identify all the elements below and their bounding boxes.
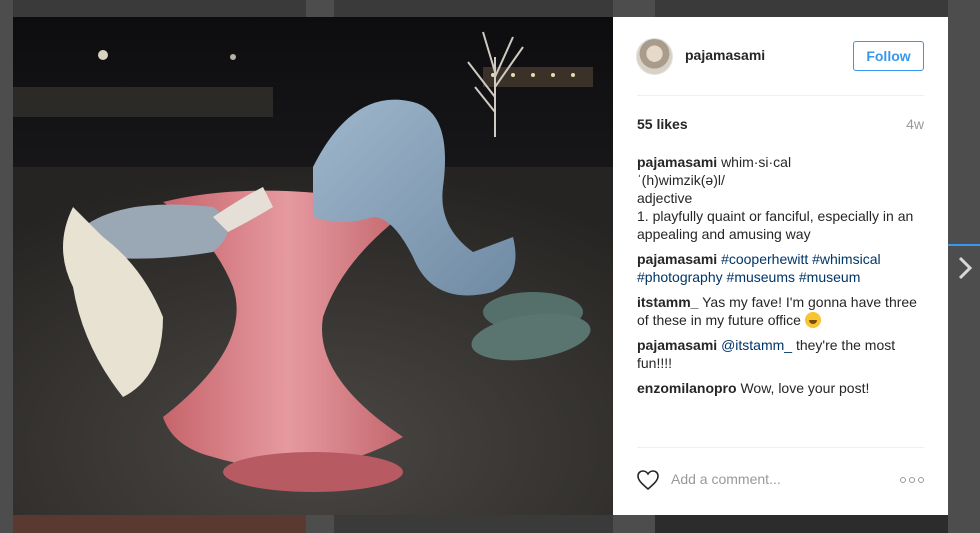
more-options-icon[interactable] <box>900 477 924 483</box>
caption-line: whim·si·cal <box>721 154 792 170</box>
dot <box>918 477 924 483</box>
footer-divider <box>637 447 924 448</box>
avatar[interactable] <box>636 38 673 75</box>
hashtag-link[interactable]: #museums <box>727 269 795 285</box>
hashtag-link[interactable]: #whimsical <box>812 251 880 267</box>
hashtag-link[interactable]: #museum <box>799 269 860 285</box>
background-tile <box>334 0 613 17</box>
comment-username[interactable]: enzomilanopro <box>637 380 737 396</box>
comment-list: pajamasami whim·si·cal ˈ(h)wimzik(ə)l/ a… <box>637 153 929 404</box>
follow-button[interactable]: Follow <box>853 41 924 71</box>
comment: enzomilanopro Wow, love your post! <box>637 379 929 397</box>
comment: pajamasami #cooperhewitt #whimsical #pho… <box>637 250 929 286</box>
caption-line: 1. playfully quaint or fanciful, especia… <box>637 208 914 242</box>
background-tile <box>13 0 306 17</box>
tears-of-joy-emoji <box>804 312 821 328</box>
author-username[interactable]: pajamasami <box>685 47 765 63</box>
post-sidebar: pajamasami Follow 55 likes 4w pajamasami… <box>613 17 948 515</box>
caption-line: ˈ(h)wimzik(ə)l/ <box>637 172 725 188</box>
post-photo[interactable] <box>13 17 613 515</box>
background-tile <box>334 515 613 533</box>
photo-illustration <box>13 17 613 515</box>
caption-line: adjective <box>637 190 693 206</box>
likes-count[interactable]: 55 likes <box>637 116 688 132</box>
add-comment-input[interactable] <box>671 471 871 487</box>
post-header: pajamasami Follow <box>613 17 948 95</box>
header-divider <box>637 95 924 96</box>
comment: pajamasami @itstamm_ they're the most fu… <box>637 336 929 372</box>
dot <box>909 477 915 483</box>
comment-username[interactable]: itstamm_ <box>637 294 698 310</box>
background-tile <box>655 515 948 533</box>
comment-username[interactable]: pajamasami <box>637 251 717 267</box>
caption: pajamasami whim·si·cal ˈ(h)wimzik(ə)l/ a… <box>637 153 929 243</box>
comment-username[interactable]: pajamasami <box>637 154 717 170</box>
hashtag-link[interactable]: #photography <box>637 269 723 285</box>
background-tile <box>655 0 948 17</box>
comment-username[interactable]: pajamasami <box>637 337 717 353</box>
dot <box>900 477 906 483</box>
mention-link[interactable]: @itstamm_ <box>721 337 792 353</box>
heart-icon[interactable] <box>636 469 660 491</box>
post-modal: pajamasami Follow 55 likes 4w pajamasami… <box>13 17 948 515</box>
comment-text: Wow, love your post! <box>740 380 870 396</box>
chevron-right-icon[interactable] <box>948 244 980 292</box>
hashtag-link[interactable]: #cooperhewitt <box>721 251 808 267</box>
background-tile <box>13 515 306 533</box>
post-timestamp[interactable]: 4w <box>906 116 924 132</box>
comment: itstamm_ Yas my fave! I'm gonna have thr… <box>637 293 929 329</box>
